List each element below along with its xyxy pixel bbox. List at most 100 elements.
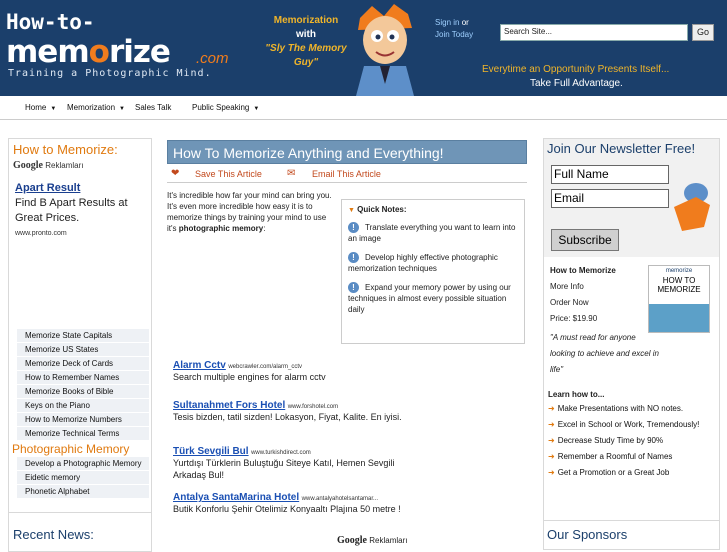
ad-title[interactable]: Antalya SantaMarina Hotel bbox=[173, 492, 299, 503]
sidebar-ad-url[interactable]: www.pronto.com bbox=[15, 226, 145, 241]
book-order-link[interactable]: Order Now bbox=[550, 298, 589, 307]
nav-memorization[interactable]: Memorization ▼ bbox=[67, 103, 125, 112]
memory-guy-mascot bbox=[356, 4, 414, 96]
learn-item: ➜ Excel in School or Work, Tremendously! bbox=[548, 420, 700, 429]
promo-text: Memorization with "Sly The Memory Guy" bbox=[265, 15, 347, 68]
save-article-link[interactable]: Save This Article bbox=[195, 169, 262, 179]
mascot-peek-image bbox=[674, 183, 710, 231]
sidebar-link[interactable]: Memorize State Capitals bbox=[17, 329, 149, 343]
sidebar-ad-title[interactable]: Apart Result bbox=[15, 181, 145, 196]
sidebar-link[interactable]: Keys on the Piano bbox=[17, 399, 149, 413]
recent-news-box: Recent News: bbox=[8, 512, 152, 552]
search-input[interactable]: Search Site... bbox=[500, 24, 688, 41]
signin-area: Sign in or Join Today bbox=[435, 18, 474, 39]
book-promo: How to Memorize More Info Order Now Pric… bbox=[548, 260, 716, 378]
sponsors-box: Our Sponsors bbox=[543, 520, 720, 550]
slogan-line1: Everytime an Opportunity Presents Itself… bbox=[482, 64, 670, 75]
ad-url[interactable]: www.antalyahotelsantamar... bbox=[302, 496, 378, 502]
main-nav: Home ▼ Memorization ▼ Sales Talk Public Sp… bbox=[0, 96, 727, 120]
sidebar-link[interactable]: Memorize Books of Bible bbox=[17, 385, 149, 399]
learn-heading: Learn how to... bbox=[548, 390, 605, 399]
join-link[interactable]: Join Today bbox=[435, 30, 473, 39]
chevron-down-icon: ▼ bbox=[253, 106, 260, 112]
left-sidebar: How to Memorize: Google Reklamları Apart… bbox=[8, 138, 152, 546]
newsletter-heading: Join Our Newsletter Free! bbox=[547, 141, 696, 156]
learn-item: ➜ Decrease Study Time by 90% bbox=[548, 436, 664, 445]
sidebar-link[interactable]: Memorize Technical Terms bbox=[17, 427, 149, 441]
main-content: How To Memorize Anything and Everything!… bbox=[165, 138, 529, 546]
text-ad[interactable]: Alarm Cctv webcrawler.com/alarm_cctv Sea… bbox=[173, 360, 413, 383]
book-quote: "A must read for anyone looking to achie… bbox=[550, 333, 659, 374]
sidebar-link[interactable]: Develop a Photographic Memory bbox=[17, 457, 149, 471]
sidebar-link[interactable]: Memorize US States bbox=[17, 343, 149, 357]
chevron-down-icon: ▼ bbox=[119, 106, 125, 112]
sidebar-link[interactable]: How to Memorize Numbers bbox=[17, 413, 149, 427]
book-cover-image[interactable]: memorize HOW TO MEMORIZE bbox=[648, 265, 710, 333]
ad-desc: Search multiple engines for alarm cctv bbox=[173, 372, 326, 382]
right-sidebar: Join Our Newsletter Free! Full Name Emai… bbox=[543, 138, 720, 546]
ad-title[interactable]: Alarm Cctv bbox=[173, 360, 226, 371]
info-icon: ! bbox=[348, 252, 359, 263]
nav-home[interactable]: Home ▼ bbox=[25, 103, 56, 112]
ad-desc: Tesis bizden, tatil sizden! Lokasyon, Fi… bbox=[173, 412, 402, 422]
sidebar-link[interactable]: How to Remember Names bbox=[17, 371, 149, 385]
google-ads-label[interactable]: Google Reklamları bbox=[337, 535, 407, 546]
nav-public-speaking[interactable]: Public Speaking ▼ bbox=[192, 103, 259, 112]
learn-item: ➜ Get a Promotion or a Great Job bbox=[548, 468, 670, 477]
sponsors-heading: Our Sponsors bbox=[547, 527, 628, 542]
subscribe-button[interactable]: Subscribe bbox=[551, 229, 619, 251]
info-icon: ! bbox=[348, 222, 359, 233]
sidebar-ad[interactable]: Apart Result Find B Apart Results at Gre… bbox=[9, 171, 151, 241]
google-ads-label: Google Reklamları bbox=[13, 160, 84, 171]
ad-url[interactable]: www.forshotel.com bbox=[288, 404, 338, 410]
email-field[interactable]: Email bbox=[551, 189, 669, 208]
ad-desc: Yurtdışı Türklerin Buluştuğu Siteye Katı… bbox=[173, 458, 395, 480]
nav-sales-talk[interactable]: Sales Talk bbox=[135, 103, 171, 112]
info-icon: ! bbox=[348, 282, 359, 293]
email-article-link[interactable]: Email This Article bbox=[312, 169, 381, 179]
triangle-down-icon: ▼ bbox=[348, 207, 355, 214]
full-name-field[interactable]: Full Name bbox=[551, 165, 669, 184]
ad-title[interactable]: Sultanahmet Fors Hotel bbox=[173, 400, 285, 411]
arrow-right-icon: ➜ bbox=[548, 404, 555, 413]
learn-item: ➜ Make Presentations with NO notes. bbox=[548, 404, 684, 413]
learn-item: ➜ Remember a Roomful of Names bbox=[548, 452, 673, 461]
arrow-right-icon: ➜ bbox=[548, 452, 555, 461]
newsletter-box: Join Our Newsletter Free! Full Name Emai… bbox=[544, 139, 719, 257]
quick-note: ! Expand your memory power by using our t… bbox=[348, 282, 511, 314]
logo-tagline: Training a Photographic Mind. bbox=[8, 68, 212, 79]
sidebar-link[interactable]: Eidetic memory bbox=[17, 471, 149, 485]
cover-art bbox=[649, 304, 709, 332]
text-ad[interactable]: Sultanahmet Fors Hotel www.forshotel.com… bbox=[173, 400, 413, 423]
signin-link[interactable]: Sign in bbox=[435, 18, 459, 27]
arrow-right-icon: ➜ bbox=[548, 468, 555, 477]
article-intro: It's incredible how far your mind can br… bbox=[167, 191, 332, 233]
memorize-links: Memorize State Capitals Memorize US Stat… bbox=[17, 329, 149, 441]
search-go-button[interactable]: Go bbox=[692, 24, 714, 41]
book-more-info-link[interactable]: More Info bbox=[550, 282, 584, 291]
text-ad[interactable]: Türk Sevgili Bul www.turkishdirect.com Y… bbox=[173, 446, 413, 481]
photographic-links: Develop a Photographic Memory Eidetic me… bbox=[17, 457, 149, 499]
logo-com: .com bbox=[196, 50, 229, 67]
arrow-right-icon: ➜ bbox=[548, 436, 555, 445]
article-title: How To Memorize Anything and Everything! bbox=[167, 140, 527, 164]
article-actions: ❤ Save This Article ✉ Email This Article bbox=[167, 167, 527, 183]
site-logo[interactable]: How-to- memorize .com Training a Photogr… bbox=[6, 8, 236, 88]
learn-how-list: Learn how to... ➜ Make Presentations with… bbox=[548, 390, 716, 481]
sidebar-ad-desc: Find B Apart Results at Great Prices. bbox=[15, 197, 128, 224]
ad-url[interactable]: webcrawler.com/alarm_cctv bbox=[228, 364, 302, 370]
quick-notes-box: ▼ Quick Notes: ! Translate everything you… bbox=[341, 199, 525, 344]
photographic-memory-heading: Photographic Memory bbox=[12, 442, 130, 456]
left-heading: How to Memorize: bbox=[13, 142, 118, 157]
text-ad[interactable]: Antalya SantaMarina Hotel www.antalyahot… bbox=[173, 492, 413, 515]
book-price: Price: $19.90 bbox=[550, 314, 598, 323]
ad-desc: Butik Konforlu Şehir Otelimiz Konyaaltı … bbox=[173, 504, 401, 514]
ad-title[interactable]: Türk Sevgili Bul bbox=[173, 446, 249, 457]
sidebar-link[interactable]: Memorize Deck of Cards bbox=[17, 357, 149, 371]
sidebar-link[interactable]: Phonetic Alphabet bbox=[17, 485, 149, 499]
chevron-down-icon: ▼ bbox=[50, 106, 57, 112]
book-title: How to Memorize bbox=[550, 266, 616, 275]
ad-url[interactable]: www.turkishdirect.com bbox=[251, 450, 311, 456]
arrow-right-icon: ➜ bbox=[548, 420, 555, 429]
envelope-icon: ✉ bbox=[287, 168, 296, 179]
